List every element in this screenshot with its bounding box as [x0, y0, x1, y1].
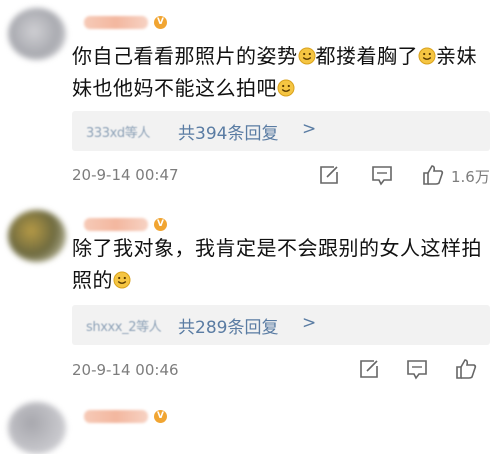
verified-badge-icon: V: [154, 218, 167, 231]
comment-text-part: 除了我对象，我肯定是不会跟别的女人这样拍照的: [72, 236, 482, 292]
comment-text-part: 都搂着胸了: [315, 44, 418, 68]
comment-item-3: V: [0, 390, 500, 454]
smile-emoji-icon: [277, 79, 295, 97]
verified-badge-icon: V: [154, 16, 167, 29]
comment-time: 20-9-14 00:46: [72, 361, 179, 379]
username[interactable]: [84, 410, 148, 423]
avatar[interactable]: [8, 8, 66, 60]
reply-summary[interactable]: 333xd等人 共394条回复 >: [72, 111, 490, 151]
comment-time: 20-9-14 00:47: [72, 166, 179, 184]
comment-button[interactable]: [406, 359, 428, 380]
like-button[interactable]: [422, 164, 444, 186]
share-button[interactable]: [358, 358, 380, 380]
verified-badge-icon: V: [154, 410, 167, 423]
reply-names: 333xd等人: [86, 126, 150, 141]
comment-text-part: 你自己看看那照片的姿势: [72, 44, 298, 68]
reply-names: shxxx_2等人: [86, 320, 162, 335]
username[interactable]: [84, 218, 148, 231]
share-edit-icon: [320, 166, 338, 184]
comment-icon: [407, 360, 427, 380]
reply-summary[interactable]: shxxx_2等人 共289条回复 >: [72, 305, 490, 345]
share-edit-icon: [360, 360, 378, 378]
chevron-right-icon: >: [302, 119, 317, 139]
username[interactable]: [84, 16, 148, 29]
share-button[interactable]: [318, 164, 340, 186]
smile-emoji-icon: [418, 47, 436, 65]
comment-text: 你自己看看那照片的姿势 都搂着胸了 亲妹妹也他妈不能这么拍吧: [72, 40, 487, 104]
reply-count: 共394条回复: [178, 124, 279, 144]
comment-item-1: V 你自己看看那照片的姿势 都搂着胸了 亲妹妹也他妈不能这么拍吧 333xd等人 共…: [0, 0, 500, 190]
comment-icon: [372, 166, 392, 186]
avatar[interactable]: [8, 210, 66, 262]
comment-item-2: V 除了我对象，我肯定是不会跟别的女人这样拍照的 shxxx_2等人 共289条…: [0, 190, 500, 390]
avatar[interactable]: [8, 402, 66, 454]
thumbs-up-icon: [423, 165, 444, 185]
reply-count: 共289条回复: [178, 318, 279, 338]
comment-text: 除了我对象，我肯定是不会跟别的女人这样拍照的: [72, 232, 487, 296]
thumbs-up-icon: [456, 359, 477, 379]
smile-emoji-icon: [113, 271, 131, 289]
comment-button[interactable]: [371, 165, 393, 186]
like-button[interactable]: [455, 358, 477, 380]
chevron-right-icon: >: [302, 313, 317, 333]
smile-emoji-icon: [298, 47, 315, 65]
like-count: 1.6万: [451, 168, 490, 186]
